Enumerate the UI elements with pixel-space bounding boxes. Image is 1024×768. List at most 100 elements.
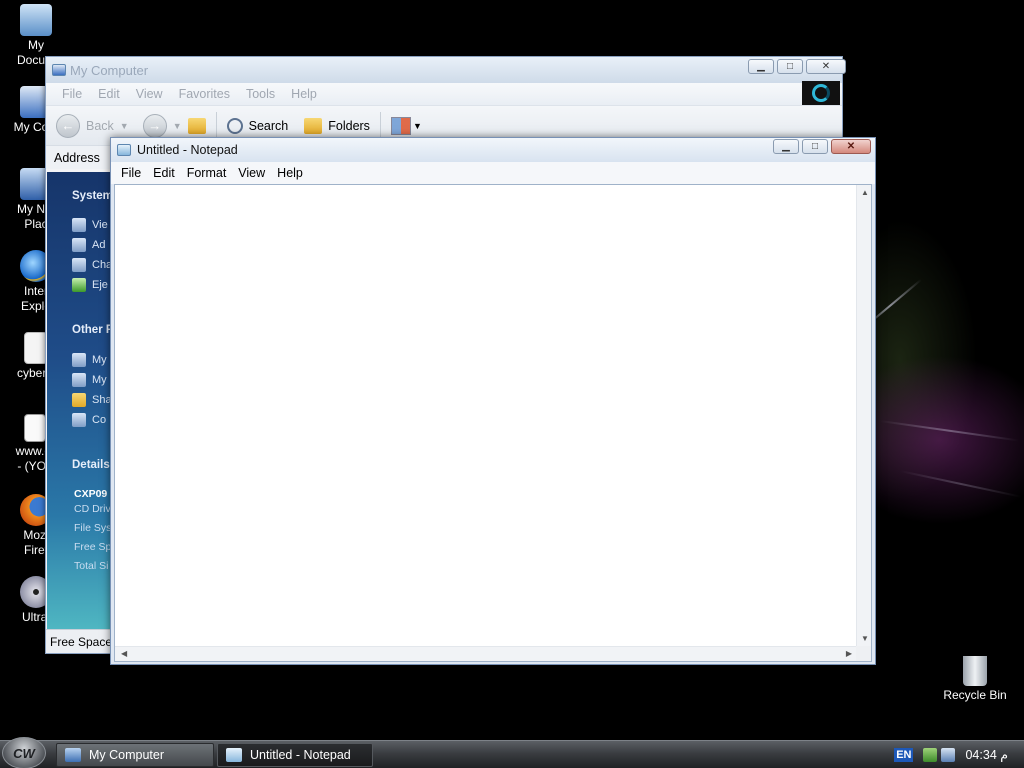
other-places-heading[interactable]: Other P [72, 324, 111, 336]
details-type: CD Driv [74, 503, 111, 515]
maximize-button[interactable]: □ [802, 139, 828, 154]
scrollbar-corner [856, 646, 871, 661]
menu-edit[interactable]: Edit [147, 166, 181, 180]
forward-arrow-icon: → [148, 118, 162, 133]
menu-format[interactable]: Format [181, 166, 233, 180]
my-computer-titlebar[interactable]: My Computer [46, 57, 842, 83]
change-setting-icon [72, 258, 86, 272]
desktop-icon-recycle-bin[interactable]: Recycle Bin [937, 656, 1013, 703]
task-label: Ad [92, 239, 106, 251]
shared-folder-icon [72, 393, 86, 407]
address-label: Address [54, 150, 100, 165]
window-title: Untitled - Notepad [137, 143, 238, 157]
task-label: Vie [92, 219, 108, 231]
back-button[interactable]: ← [56, 113, 80, 138]
menu-edit[interactable]: Edit [90, 87, 128, 101]
toolbar-separator [215, 111, 217, 140]
details-line: File Sys [74, 522, 111, 534]
menu-help[interactable]: Help [283, 87, 325, 101]
my-documents-icon [20, 4, 52, 36]
maximize-button[interactable]: □ [777, 59, 803, 74]
back-label: Back [86, 118, 114, 133]
scroll-right-icon[interactable]: ▶ [846, 650, 852, 658]
documents-icon [72, 373, 86, 387]
other-place-item[interactable]: My [72, 373, 107, 387]
brand-ring-icon [812, 84, 830, 102]
minimize-icon: ▁ [782, 140, 790, 152]
clock[interactable]: 04:34 م [965, 747, 1008, 762]
place-label: Co [92, 414, 107, 426]
notepad-window[interactable]: Untitled - Notepad ▁ □ ✕ File Edit Forma… [110, 137, 876, 665]
vertical-scrollbar[interactable]: ▲ ▼ [856, 185, 871, 647]
computer-icon [65, 748, 81, 762]
folders-icon [304, 117, 323, 134]
place-label: My [92, 374, 107, 386]
minimize-button[interactable]: ▁ [773, 139, 799, 154]
place-label: Sha [92, 394, 111, 406]
system-tasks-heading[interactable]: System [72, 190, 111, 202]
notepad-titlebar[interactable]: Untitled - Notepad ▁ □ ✕ [111, 138, 875, 162]
shortcut-icon [24, 414, 46, 442]
menu-favorites[interactable]: Favorites [171, 87, 238, 101]
details-name: CXP09 [74, 488, 108, 500]
details-heading[interactable]: Details [72, 459, 110, 471]
horizontal-scrollbar[interactable]: ◀ ▶ [115, 646, 858, 661]
taskbar: CW My Computer Untitled - Notepad EN 04:… [0, 737, 1024, 768]
taskbar-item-my-computer[interactable]: My Computer [56, 743, 214, 767]
notepad-text-input[interactable] [115, 185, 858, 647]
desktop-icon-label: Recycle Bin [943, 688, 1007, 702]
system-task-item[interactable]: Cha [72, 258, 111, 272]
system-tray: EN 04:34 م [874, 741, 1024, 768]
notepad-window-controls: ▁ □ ✕ [773, 139, 871, 154]
task-label: Eje [92, 279, 108, 291]
menu-file[interactable]: File [115, 166, 147, 180]
search-button[interactable]: Search [249, 119, 289, 133]
other-place-item[interactable]: Sha [72, 393, 111, 407]
window-title: My Computer [70, 62, 149, 78]
menu-view[interactable]: View [128, 87, 171, 101]
language-indicator[interactable]: EN [894, 747, 914, 762]
other-place-item[interactable]: Co [72, 413, 106, 427]
folders-button[interactable]: Folders [328, 119, 370, 133]
notepad-menubar: File Edit Format View Help [111, 162, 875, 184]
scroll-left-icon[interactable]: ◀ [121, 650, 127, 658]
wallpaper-streak [879, 420, 1019, 442]
close-button[interactable]: ✕ [831, 139, 871, 154]
task-pane: System Vie Ad Cha Eje Other P My My Sha … [47, 172, 111, 630]
other-place-item[interactable]: My [72, 353, 107, 367]
taskbar-item-notepad[interactable]: Untitled - Notepad [217, 743, 373, 767]
maximize-icon: □ [811, 140, 819, 152]
minimize-button[interactable]: ▁ [748, 59, 774, 74]
control-panel-icon [72, 413, 86, 427]
menu-help[interactable]: Help [271, 166, 309, 180]
menu-view[interactable]: View [232, 166, 271, 180]
my-computer-window-controls: ▁ □ ✕ [748, 59, 846, 74]
search-icon [226, 117, 243, 134]
menu-tools[interactable]: Tools [238, 87, 283, 101]
back-dropdown-icon[interactable]: ▼ [120, 121, 129, 131]
scroll-up-icon[interactable]: ▲ [861, 189, 869, 197]
forward-dropdown-icon[interactable]: ▼ [173, 121, 182, 131]
forward-button[interactable]: → [142, 113, 167, 138]
my-computer-menubar: File Edit View Favorites Tools Help [46, 83, 842, 105]
network-tray-icon[interactable] [923, 747, 938, 762]
system-task-item[interactable]: Vie [72, 218, 108, 232]
start-logo: CW [13, 745, 35, 761]
details-line: Total Si [74, 560, 109, 572]
taskbar-item-label: My Computer [89, 748, 165, 762]
back-arrow-icon: ← [61, 118, 75, 133]
views-button[interactable]: ▼ [390, 116, 422, 135]
up-folder-icon[interactable] [187, 117, 206, 134]
notepad-icon [117, 144, 131, 156]
system-task-item[interactable]: Eje [72, 278, 108, 292]
scroll-down-icon[interactable]: ▼ [861, 635, 869, 643]
system-task-item[interactable]: Ad [72, 238, 105, 252]
security-tray-icon[interactable] [941, 747, 956, 762]
close-button[interactable]: ✕ [806, 59, 846, 74]
start-button[interactable]: CW [2, 737, 46, 768]
close-icon: ✕ [821, 60, 831, 72]
network-icon [72, 353, 86, 367]
close-icon: ✕ [846, 140, 856, 152]
menu-file[interactable]: File [54, 87, 90, 101]
status-text: Free Space [50, 634, 113, 649]
